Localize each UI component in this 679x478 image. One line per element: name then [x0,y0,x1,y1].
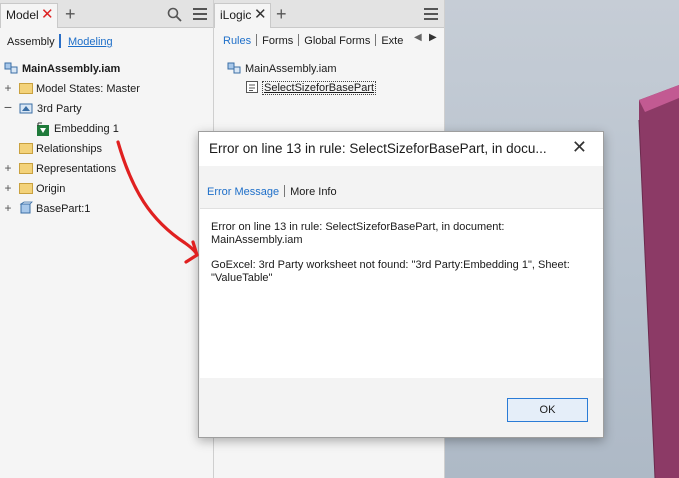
folder-icon [19,183,33,194]
tree-item-embedding[interactable]: Embedding 1 [36,120,119,138]
folder-icon [19,143,33,154]
expand-icon[interactable]: + [3,161,13,175]
excel-embedding-icon [37,122,49,136]
tab-model-label: Model [6,8,39,22]
model-tabbar: Model ✕ + [0,0,213,28]
ok-button[interactable]: OK [507,398,588,422]
close-icon[interactable]: ✕ [254,4,267,26]
error-dialog: Error on line 13 in rule: SelectSizeforB… [198,131,604,438]
expand-icon[interactable]: + [3,201,13,215]
close-icon[interactable]: ✕ [41,4,54,26]
add-tab-icon[interactable]: + [65,3,76,25]
menu-icon[interactable] [424,8,438,20]
expand-icon[interactable]: + [3,181,13,195]
tree-label: MainAssembly.iam [245,63,337,75]
tree-item-basepart[interactable]: BasePart:1 [19,200,90,218]
rule-icon [246,81,258,93]
search-icon[interactable] [167,7,182,22]
tab-ilogic[interactable]: iLogic ✕ [214,3,271,28]
tree-item-3rd-party[interactable]: 3rd Party [19,100,82,118]
ilogic-subtabs: Rules Forms Global Forms Exte [223,34,403,47]
subtab-rules[interactable]: Rules [223,35,251,47]
tree-item-origin[interactable]: Origin [19,180,65,198]
folder-icon [19,83,33,94]
subtab-forms[interactable]: Forms [262,35,293,47]
assembly-icon [4,62,18,74]
expand-icon[interactable]: + [3,81,13,95]
subtab-separator [59,34,61,48]
subtab-global-forms[interactable]: Global Forms [304,35,370,47]
tree-root-label: MainAssembly.iam [22,63,121,75]
ilogic-tree-root[interactable]: MainAssembly.iam [227,60,337,78]
subtab-modeling[interactable]: Modeling [68,36,113,48]
tree-label: BasePart:1 [36,203,91,215]
error-line-2: GoExcel: 3rd Party worksheet not found: … [211,259,570,284]
scroll-right-icon[interactable]: ▶ [429,32,437,43]
subtab-external[interactable]: Exte [381,35,403,47]
tab-ilogic-label: iLogic [220,8,252,22]
tree-label: Embedding 1 [54,123,119,135]
rule-label: SelectSizeforBasePart [262,81,377,95]
add-tab-icon[interactable]: + [276,3,287,25]
tree-label: Origin [36,183,66,195]
tab-more-info[interactable]: More Info [290,186,336,198]
ilogic-tabbar: iLogic ✕ + [214,0,444,28]
tree-label: 3rd Party [37,103,82,115]
tree-item-relationships[interactable]: Relationships [19,140,102,158]
part-icon [19,201,33,214]
subtab-assembly[interactable]: Assembly [7,36,55,48]
assembly-icon [227,62,241,74]
tab-error-message[interactable]: Error Message [207,186,279,198]
tree-item-representations[interactable]: Representations [19,160,116,178]
scroll-left-icon[interactable]: ◀ [414,32,422,43]
tree-label: Model States: Master [36,83,140,95]
tree-item-root[interactable]: MainAssembly.iam [4,60,120,78]
menu-icon[interactable] [193,8,207,20]
tab-model[interactable]: Model ✕ [0,3,58,28]
close-icon[interactable]: ✕ [572,137,587,158]
dialog-title: Error on line 13 in rule: SelectSizeforB… [209,141,547,156]
dialog-tabs: Error Message More Info [207,185,337,198]
model-browser-panel: Model ✕ + Assembly Modeling MainAssembly… [0,0,214,478]
third-party-icon [19,103,33,114]
dialog-header: Error on line 13 in rule: SelectSizeforB… [199,132,603,166]
tree-label: Relationships [36,143,103,155]
tree-label: Representations [36,163,117,175]
error-message-body: Error on line 13 in rule: SelectSizeforB… [200,208,603,378]
ilogic-rule-item[interactable]: SelectSizeforBasePart [245,79,377,97]
folder-icon [19,163,33,174]
model-front-face [639,85,679,478]
tree-item-model-states[interactable]: Model States: Master [19,80,140,98]
collapse-icon[interactable]: − [3,99,13,115]
error-line-1: Error on line 13 in rule: SelectSizeforB… [211,221,505,246]
